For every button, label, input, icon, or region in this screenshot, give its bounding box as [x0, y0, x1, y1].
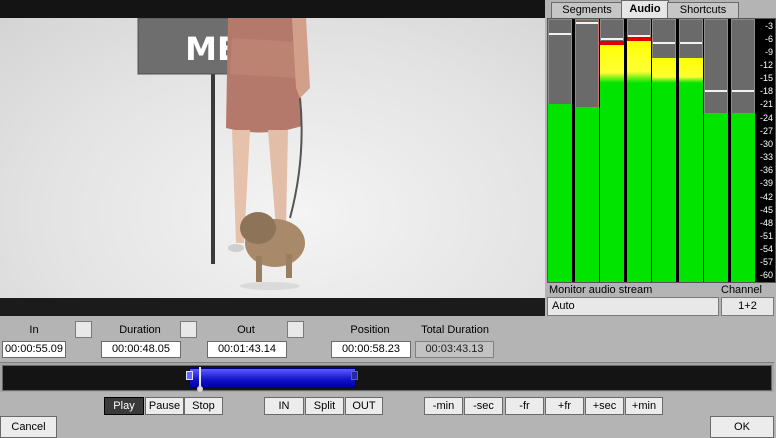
- db-scale-label: -27: [759, 125, 773, 136]
- position-time-field[interactable]: 00:00:58.23: [331, 341, 411, 358]
- channel-level-bar: [627, 36, 651, 282]
- set-in-button[interactable]: IN: [264, 397, 304, 415]
- plus-minute-button[interactable]: +min: [625, 397, 663, 415]
- db-scale-label: -6: [764, 33, 773, 44]
- minus-minute-button[interactable]: -min: [424, 397, 463, 415]
- cancel-button[interactable]: Cancel: [0, 416, 57, 438]
- duration-marker-button[interactable]: [180, 321, 197, 338]
- audio-level-meter: -3 -6 -9 -12 -15 -18 -21 -24 -27 -30 -33 -36 -39 -42 -…: [547, 18, 776, 283]
- total-duration-field: 00:03:43.13: [415, 341, 494, 358]
- timeline[interactable]: [0, 362, 774, 392]
- db-scale-label: -30: [759, 138, 773, 149]
- channel-level-bar: [731, 113, 755, 282]
- level-peak-zone: [600, 40, 624, 45]
- in-marker-button[interactable]: [75, 321, 92, 338]
- minus-frame-button[interactable]: -fr: [505, 397, 544, 415]
- level-warning-zone: [600, 40, 624, 83]
- set-out-button[interactable]: OUT: [345, 397, 383, 415]
- plus-frame-button[interactable]: +fr: [545, 397, 584, 415]
- minus-second-button[interactable]: -sec: [464, 397, 503, 415]
- in-time-field[interactable]: 00:00:55.09: [2, 341, 66, 358]
- level-warning-zone: [652, 58, 676, 83]
- db-scale-label: -24: [759, 112, 773, 123]
- channel-level-bar: [600, 40, 624, 282]
- peak-hold-marker: [732, 90, 754, 93]
- video-letterbox-top: [0, 0, 545, 18]
- db-scale-label: -12: [759, 60, 773, 71]
- db-scale-label: -48: [759, 217, 773, 228]
- out-time-field[interactable]: 00:01:43.14: [207, 341, 287, 358]
- monitor-stream-label: Monitor audio stream: [549, 284, 653, 296]
- db-scale-label: -42: [759, 191, 773, 202]
- channel-level-bar: [548, 104, 572, 282]
- ok-button[interactable]: OK: [710, 416, 774, 438]
- db-scale-label: -60: [759, 270, 773, 281]
- position-label: Position: [350, 324, 390, 336]
- level-warning-zone: [627, 36, 651, 83]
- channel-level-bar: [679, 58, 703, 282]
- video-preview[interactable]: ME: [0, 0, 545, 316]
- level-warning-zone: [679, 58, 703, 83]
- channel-level-bar: [575, 106, 599, 282]
- play-button[interactable]: Play: [104, 397, 144, 415]
- tab-segments[interactable]: Segments: [551, 2, 623, 18]
- out-marker-button[interactable]: [287, 321, 304, 338]
- db-scale-label: -18: [759, 86, 773, 97]
- duration-label: Duration: [119, 324, 161, 336]
- plus-second-button[interactable]: +sec: [585, 397, 624, 415]
- side-panel: Segments Audio Shortcuts -3 -6 -9 -12 -15 -18…: [545, 0, 776, 318]
- peak-hold-marker: [601, 37, 623, 40]
- db-scale: -3 -6 -9 -12 -15 -18 -21 -24 -27 -30 -33 -36 -39 -42 -…: [755, 19, 775, 284]
- video-letterbox-bottom: [0, 298, 545, 316]
- peak-hold-marker: [549, 33, 571, 36]
- out-label: Out: [237, 324, 255, 336]
- peak-hold-marker: [653, 41, 675, 44]
- duration-time-field[interactable]: 00:00:48.05: [101, 341, 181, 358]
- video-frame: ME: [0, 18, 545, 298]
- channel-level-bar: [704, 113, 728, 282]
- peak-hold-marker: [680, 41, 702, 44]
- db-scale-label: -15: [759, 73, 773, 84]
- monitor-stream-select[interactable]: Auto: [547, 297, 719, 316]
- db-scale-label: -36: [759, 165, 773, 176]
- pause-button[interactable]: Pause: [145, 397, 184, 415]
- channel-level-bar: [652, 58, 676, 282]
- total-duration-label: Total Duration: [421, 324, 489, 336]
- db-scale-label: -51: [759, 230, 773, 241]
- video-frame-image: ME: [137, 18, 310, 290]
- peak-hold-marker: [576, 22, 598, 25]
- channel-label: Channel: [721, 284, 762, 296]
- playhead-knob[interactable]: [197, 386, 203, 392]
- selection-start-handle[interactable]: [186, 371, 193, 380]
- stop-button[interactable]: Stop: [184, 397, 223, 415]
- db-scale-label: -57: [759, 257, 773, 268]
- db-scale-label: -9: [764, 46, 773, 57]
- timeline-selection[interactable]: [189, 368, 356, 388]
- db-scale-label: -54: [759, 244, 773, 255]
- channel-select[interactable]: 1+2: [721, 297, 774, 316]
- db-scale-label: -3: [764, 20, 773, 31]
- selection-end-handle[interactable]: [351, 371, 358, 380]
- tab-audio[interactable]: Audio: [621, 0, 669, 18]
- split-button[interactable]: Split: [305, 397, 344, 415]
- panel-tabs: Segments Audio Shortcuts: [545, 0, 776, 18]
- db-scale-label: -39: [759, 178, 773, 189]
- peak-hold-marker: [705, 90, 727, 93]
- db-scale-label: -45: [759, 204, 773, 215]
- level-peak-zone: [627, 36, 651, 41]
- timeline-track[interactable]: [2, 365, 772, 391]
- db-scale-label: -33: [759, 152, 773, 163]
- db-scale-label: -21: [759, 99, 773, 110]
- tab-shortcuts[interactable]: Shortcuts: [667, 2, 739, 18]
- in-label: In: [29, 324, 39, 336]
